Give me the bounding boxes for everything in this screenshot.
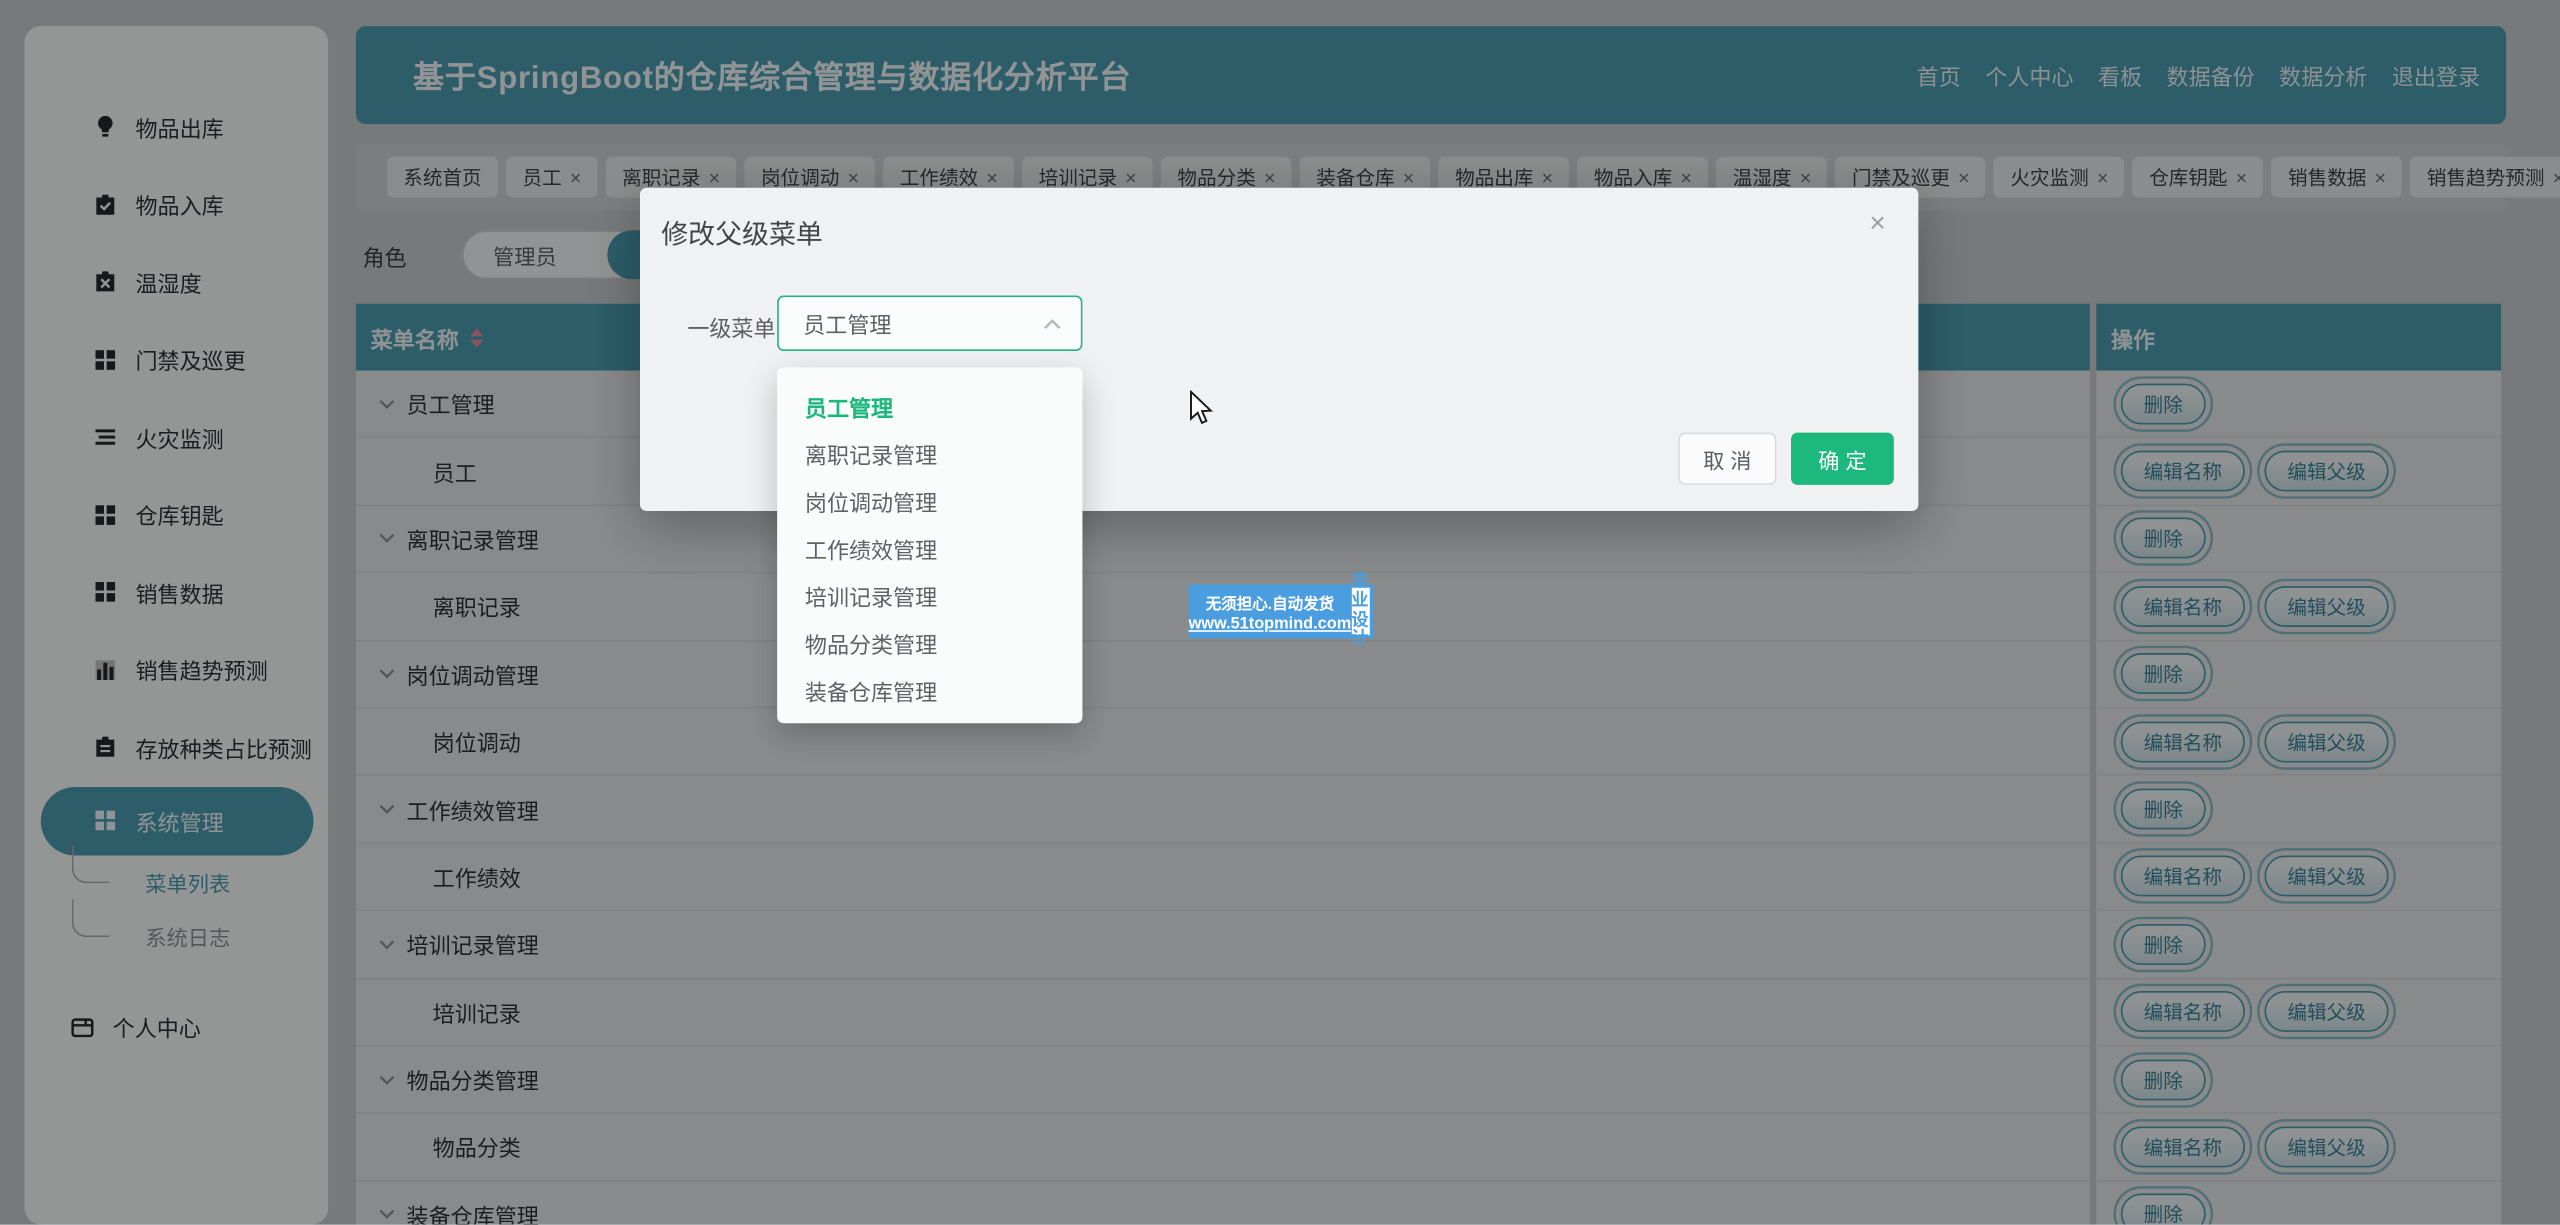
dropdown-option-装备仓库管理[interactable]: 装备仓库管理 bbox=[777, 666, 1082, 713]
confirm-button[interactable]: 确 定 bbox=[1791, 433, 1894, 485]
parent-menu-select[interactable]: 员工管理 bbox=[777, 296, 1082, 352]
dialog-title: 修改父级菜单 bbox=[661, 212, 823, 251]
dropdown-option-工作绩效管理[interactable]: 工作绩效管理 bbox=[777, 524, 1082, 571]
dropdown-option-物品出库管理[interactable]: 物品出库管理 bbox=[777, 713, 1082, 723]
dropdown-option-岗位调动管理[interactable]: 岗位调动管理 bbox=[777, 477, 1082, 524]
watermark-line1: 无须担心.自动发货 bbox=[1206, 590, 1334, 613]
watermark-url[interactable]: www.51topmind.com bbox=[1189, 615, 1352, 633]
watermark-ad: 无须担心.自动发货 www.51topmind.com 毕业 设计 bbox=[1189, 584, 1373, 638]
cancel-button[interactable]: 取 消 bbox=[1678, 433, 1776, 485]
chevron-up-icon bbox=[1043, 318, 1061, 329]
parent-menu-dropdown: 员工管理离职记录管理岗位调动管理工作绩效管理培训记录管理物品分类管理装备仓库管理… bbox=[777, 367, 1082, 723]
close-icon[interactable]: × bbox=[1869, 207, 1885, 240]
app-root: 物品出库物品入库温湿度门禁及巡更火灾监测仓库钥匙销售数据销售趋势预测存放种类占比… bbox=[0, 0, 2560, 1224]
watermark-text: 无须担心.自动发货 www.51topmind.com bbox=[1189, 584, 1352, 638]
watermark-badge: 毕业 设计 bbox=[1351, 588, 1370, 635]
mouse-cursor bbox=[1189, 390, 1213, 434]
dropdown-option-培训记录管理[interactable]: 培训记录管理 bbox=[777, 571, 1082, 618]
dropdown-option-离职记录管理[interactable]: 离职记录管理 bbox=[777, 429, 1082, 476]
parent-menu-field-label: 一级菜单 bbox=[687, 310, 775, 343]
dropdown-option-员工管理[interactable]: 员工管理 bbox=[777, 382, 1082, 429]
dropdown-option-物品分类管理[interactable]: 物品分类管理 bbox=[777, 619, 1082, 666]
parent-menu-select-value: 员工管理 bbox=[803, 307, 891, 340]
